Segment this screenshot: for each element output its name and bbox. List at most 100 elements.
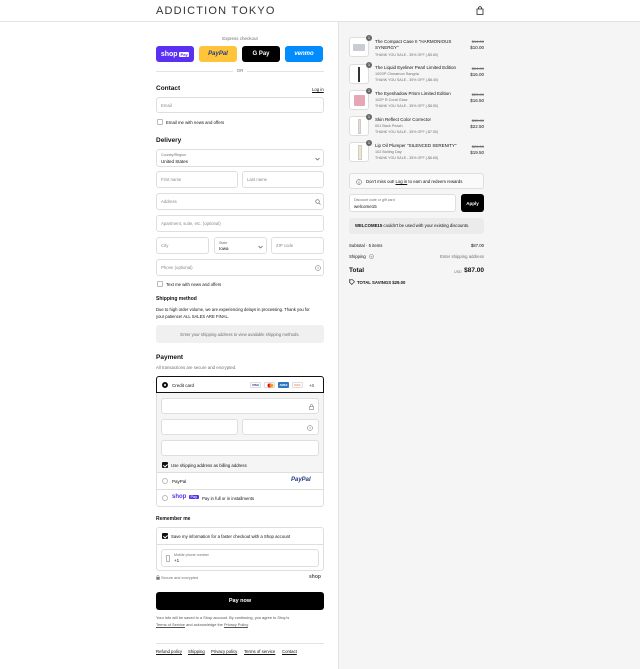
billing-label: Use shipping address as billing address [171, 463, 247, 468]
shop-pay-option-label: Pay in full or in installments [202, 495, 255, 501]
remember-me-heading: Remember me [156, 516, 191, 522]
discount-value: welcome15 [354, 203, 377, 209]
savings-label: TOTAL SAVINGS [357, 280, 392, 285]
help-icon[interactable]: ? [369, 254, 374, 259]
subtotal-label: Subtotal · 5 items [349, 243, 383, 248]
refund-policy-link[interactable]: Refund policy [156, 649, 182, 654]
search-icon [315, 199, 321, 205]
info-icon [356, 178, 362, 185]
top-bar: ADDICTION TOKYO [0, 0, 640, 22]
mobile-phone-field[interactable]: Mobile phone number +1 [161, 549, 319, 567]
shopping-bag-icon[interactable] [476, 6, 484, 15]
name-on-card-field[interactable] [161, 440, 319, 456]
country-value: United States [161, 158, 189, 164]
state-select[interactable]: State Iowa [214, 237, 267, 254]
more-cards-label: +4 [309, 382, 314, 388]
item-name: The Liquid Eyeliner Pearl Limited Editio… [375, 65, 457, 70]
subtotal-value: $87.00 [470, 243, 484, 248]
save-info-checkbox[interactable] [162, 533, 168, 539]
item-compare-price: $25.00 [471, 92, 484, 97]
address-field[interactable]: Address [156, 193, 324, 210]
shop-logo: shop [309, 574, 321, 580]
city-field[interactable]: City [156, 237, 209, 254]
discount-code-field[interactable]: Discount code or gift card welcome15 [349, 194, 456, 212]
item-name-line2: SYNERGY" [375, 45, 399, 50]
shop-pay-option[interactable]: shop Pay Pay in full or in installments [156, 490, 324, 507]
apartment-field[interactable]: Apartment, suite, etc. (optional) [156, 215, 324, 232]
shipping-link[interactable]: Shipping [188, 649, 205, 654]
email-placeholder: Email [161, 103, 172, 108]
last-name-field[interactable]: Last name [242, 171, 324, 188]
mobile-phone-label: Mobile phone number [174, 552, 209, 557]
contact-link[interactable]: Contact [282, 649, 297, 654]
first-name-field[interactable]: First name [156, 171, 238, 188]
paypal-button[interactable]: PayPal [199, 46, 237, 62]
pay-now-button[interactable]: Pay now [156, 592, 324, 610]
footer-divider [156, 643, 324, 644]
savings-text: TOTAL SAVINGS $29.00 [357, 280, 405, 285]
legal-period: . [247, 622, 249, 627]
country-select[interactable]: Country/Region United States [156, 149, 324, 167]
text-news-checkbox[interactable] [157, 281, 163, 287]
shop-pay-button[interactable]: shop Pay [156, 46, 194, 62]
save-info-box: Save my information for a faster checkou… [156, 527, 324, 545]
mobile-phone-value: +1 [174, 558, 180, 563]
security-code-field[interactable]: ? [242, 419, 319, 435]
item-name: Lip Oil Plumper "SILENCED SERENITY" [375, 143, 457, 148]
billing-checkbox[interactable] [162, 462, 168, 468]
legal-line1: Your info will be saved to a Shop accoun… [156, 615, 290, 620]
item-compare-price: $24.00 [471, 66, 484, 71]
pay-now-label: Pay now [228, 598, 252, 604]
paypal-option[interactable]: PayPal PayPal [156, 473, 324, 490]
terms-of-service-link[interactable]: Terms of service [244, 649, 275, 654]
rewards-login-link[interactable]: Log in [396, 179, 408, 184]
venmo-button[interactable]: venmo [285, 46, 323, 62]
item-price: $22.50 [470, 124, 484, 129]
item-sale-label: THANK YOU SALE - 35% OFF (-$6.65) [375, 155, 439, 160]
apply-button[interactable]: Apply [461, 194, 484, 212]
mobile-phone-icon [166, 555, 170, 562]
email-field[interactable]: Email [156, 97, 324, 113]
legal-line2: Terms of Service and acknowledge the Pri… [156, 622, 249, 627]
payment-subtitle: All transactions are secure and encrypte… [156, 365, 237, 370]
help-icon[interactable]: ? [315, 265, 321, 271]
discount-error-text: WELCOME15 couldn't be used with your exi… [355, 223, 469, 228]
save-info-label: Save my information for a faster checkou… [171, 534, 291, 539]
terms-link[interactable]: Terms of Service [156, 622, 185, 627]
help-icon[interactable]: ? [307, 424, 313, 431]
lock-icon [309, 404, 314, 410]
discover-icon: DISC [292, 382, 303, 388]
brand-logo[interactable]: ADDICTION TOKYO [156, 5, 276, 17]
tag-icon [349, 279, 355, 285]
first-name-placeholder: First name [161, 177, 182, 182]
paypal-radio[interactable] [162, 478, 168, 484]
news-checkbox[interactable] [157, 119, 163, 125]
credit-card-radio[interactable] [162, 382, 168, 388]
secure-label: Secure and encrypted [161, 576, 199, 580]
discount-label: Discount code or gift card [354, 198, 395, 202]
privacy-policy-link[interactable]: Privacy policy [211, 649, 237, 654]
shop-pay-radio[interactable] [162, 495, 168, 501]
item-variant: 001 Back Peach [375, 123, 403, 128]
shipping-placeholder-text: Enter your shipping address to view avai… [180, 332, 300, 337]
total-value: $87.00 [464, 267, 484, 274]
phone-field[interactable]: Phone (optional) ? [156, 259, 324, 276]
news-label: Email me with news and offers [166, 120, 225, 125]
item-name: Skin Reflect Color Corrector [375, 117, 432, 122]
login-link[interactable]: Log in [312, 87, 324, 92]
privacy-link[interactable]: Privacy Policy [224, 622, 248, 627]
svg-text:?: ? [317, 267, 319, 271]
shipping-method-heading: Shipping method [156, 296, 197, 302]
rewards-prefix: Don't miss out! [366, 179, 395, 184]
zip-field[interactable]: ZIP code [271, 237, 324, 254]
google-pay-button[interactable]: G Pay [242, 46, 280, 62]
discount-error-message: couldn't be used with your existing disc… [383, 223, 470, 228]
item-name: The Eyeshadow Prism Limited Edition [375, 91, 451, 96]
credit-card-option[interactable]: Credit card VISA AMEX DISC +4 [156, 376, 324, 393]
quantity-badge: 1 [366, 35, 372, 41]
expiration-field[interactable] [161, 419, 238, 435]
discount-error-code: WELCOME15 [355, 223, 383, 228]
shipping-label: Shipping [349, 254, 366, 259]
country-label: Country/Region [161, 153, 186, 157]
card-number-field[interactable] [161, 398, 319, 414]
